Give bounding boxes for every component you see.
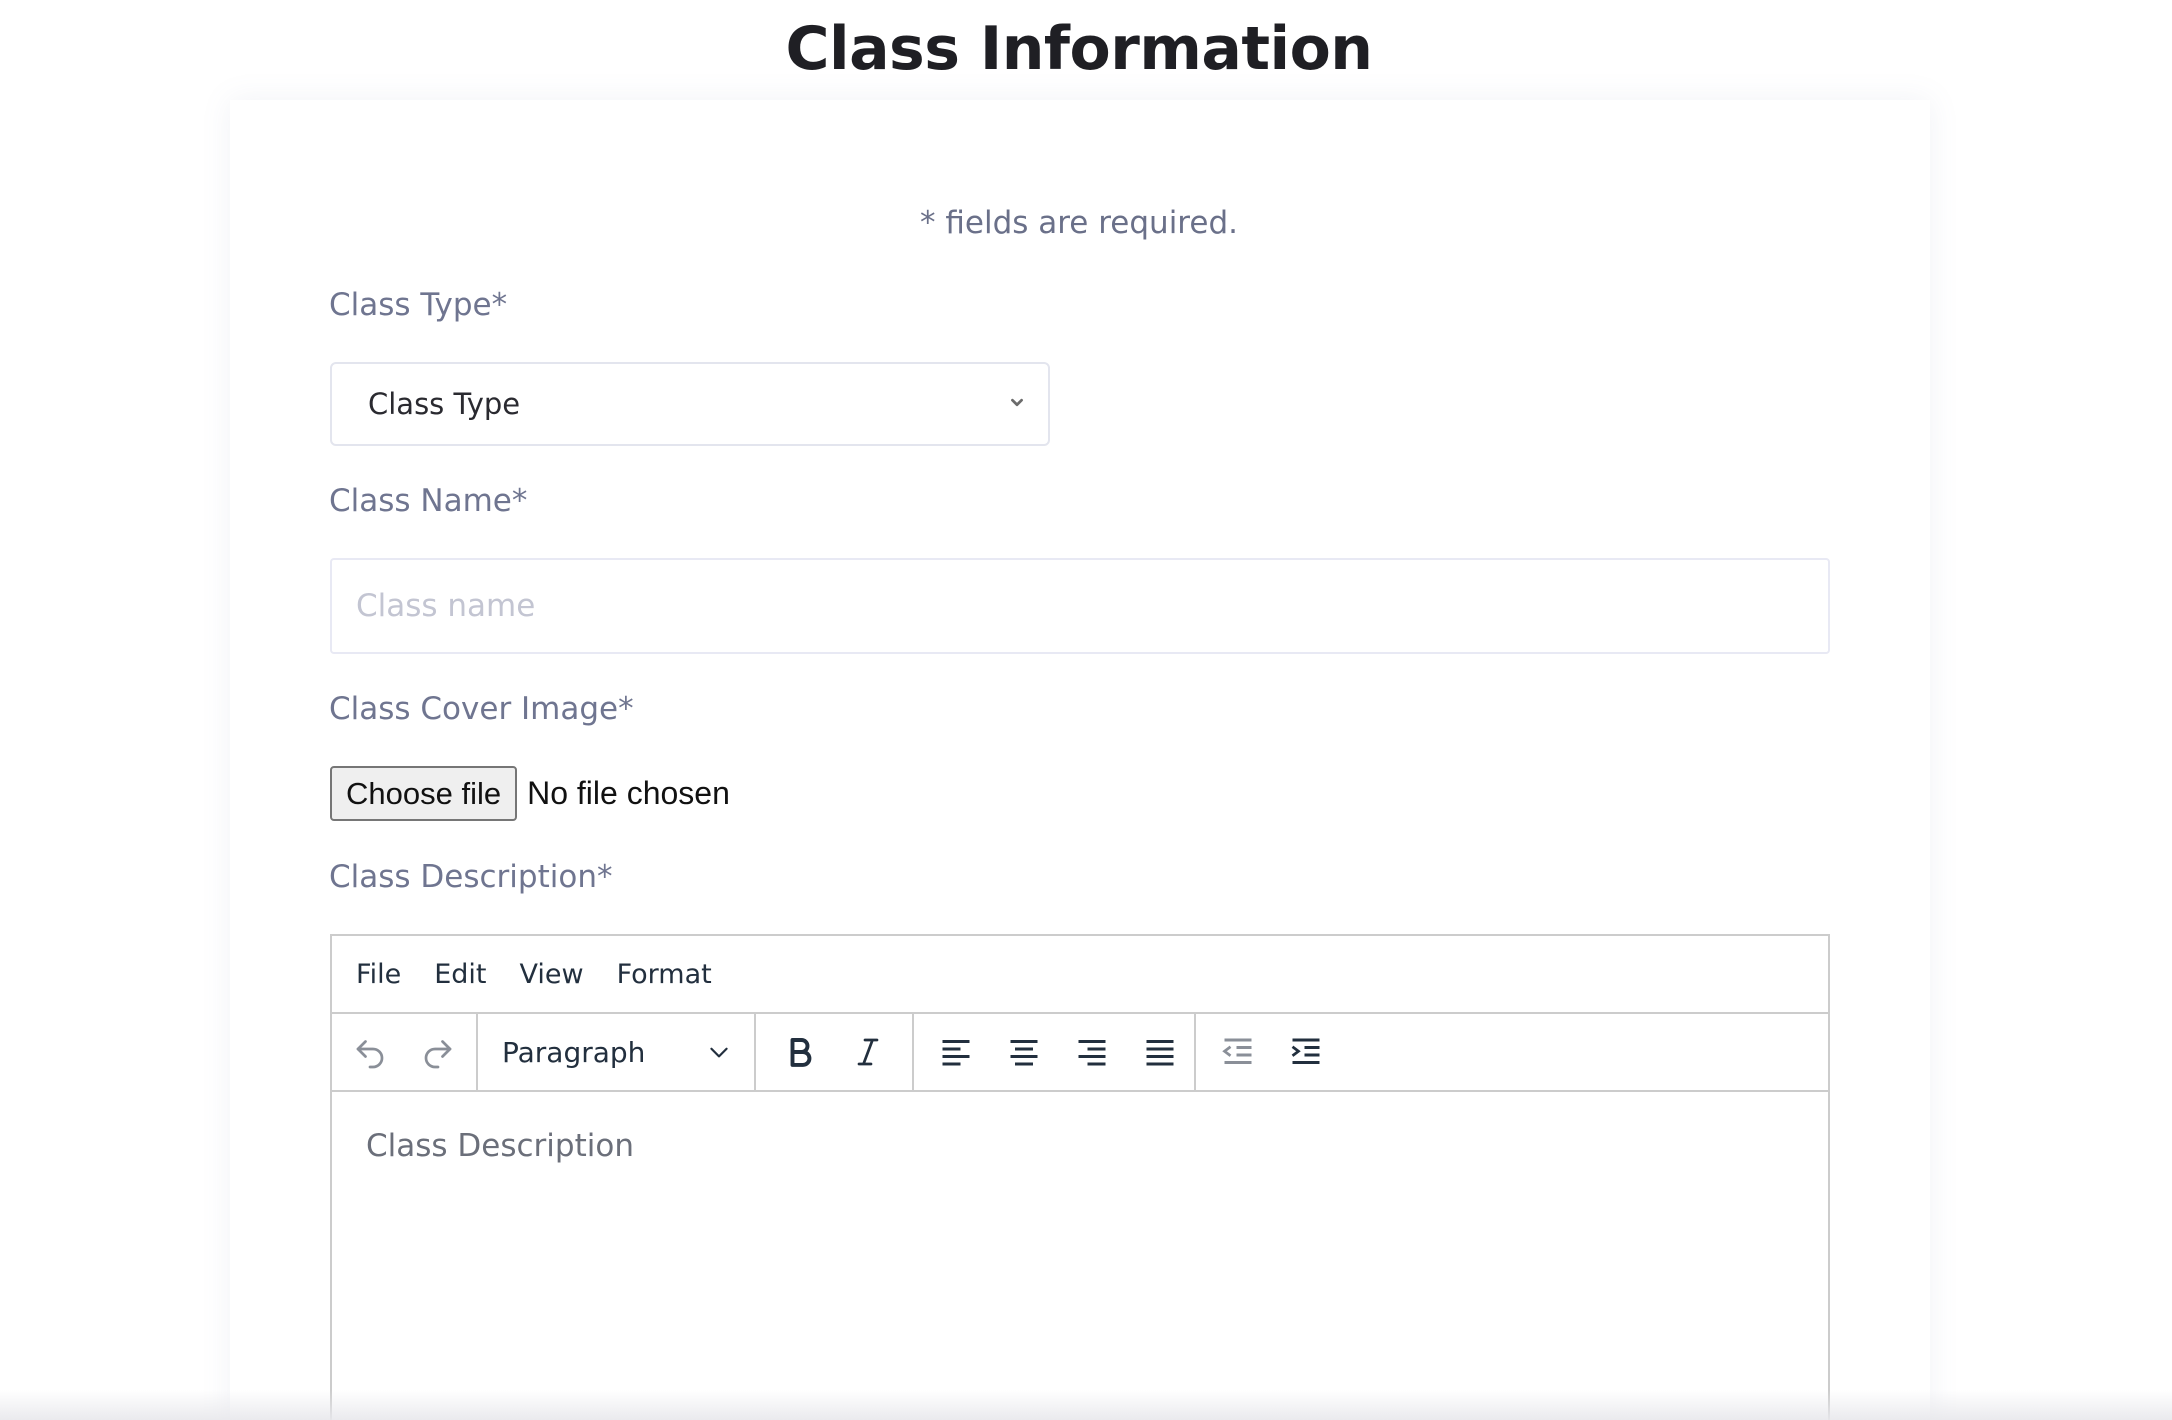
chevron-down-icon — [1011, 398, 1023, 407]
editor-menubar: File Edit View Format — [332, 936, 1828, 1014]
redo-icon — [424, 1040, 452, 1069]
page-title: Class Information — [785, 14, 1373, 84]
outdent-icon — [1222, 1038, 1252, 1064]
class-type-label: Class Type* — [329, 287, 508, 323]
align-left-button[interactable] — [922, 1013, 990, 1091]
align-right-icon — [1078, 1040, 1106, 1066]
chevron-down-icon — [710, 1047, 728, 1058]
file-input: Choose file No file chosen — [330, 766, 730, 821]
bold-button[interactable] — [766, 1013, 834, 1091]
bold-icon — [790, 1038, 812, 1067]
class-cover-image-label: Class Cover Image* — [329, 691, 634, 727]
alignment-group — [914, 1014, 1196, 1090]
menu-format[interactable]: Format — [617, 959, 712, 990]
editor-content-text: Class Description — [366, 1128, 634, 1164]
file-status-text: No file chosen — [527, 775, 730, 811]
italic-button[interactable] — [834, 1013, 902, 1091]
menu-file[interactable]: File — [356, 959, 401, 990]
class-type-select[interactable]: Class Type — [330, 362, 1050, 446]
align-justify-icon — [1146, 1040, 1174, 1066]
align-left-icon — [942, 1040, 970, 1066]
block-format-select[interactable]: Paragraph — [478, 1013, 754, 1091]
align-right-button[interactable] — [1058, 1013, 1126, 1091]
editor-content-area[interactable]: Class Description — [332, 1092, 1828, 1200]
history-group — [332, 1014, 478, 1090]
editor-toolbar: Paragraph — [332, 1014, 1828, 1092]
bottom-fade — [0, 1390, 2172, 1420]
class-type-selected-value: Class Type — [368, 387, 521, 421]
required-fields-note: * fields are required. — [920, 205, 1238, 241]
align-center-icon — [1010, 1040, 1038, 1066]
text-style-group — [756, 1014, 914, 1090]
indent-group — [1196, 1014, 1348, 1090]
rich-text-editor: File Edit View Format Paragraph Class De… — [330, 934, 1830, 1420]
class-description-label: Class Description* — [329, 859, 613, 895]
align-center-button[interactable] — [990, 1013, 1058, 1091]
menu-view[interactable]: View — [519, 959, 583, 990]
choose-file-button[interactable]: Choose file — [330, 766, 518, 821]
redo-button[interactable] — [404, 1013, 472, 1091]
italic-icon — [857, 1038, 879, 1066]
align-justify-button[interactable] — [1126, 1013, 1194, 1091]
class-name-label: Class Name* — [329, 483, 528, 519]
menu-edit[interactable]: Edit — [434, 959, 486, 990]
indent-button[interactable] — [1272, 1013, 1340, 1091]
outdent-button[interactable] — [1204, 1013, 1272, 1091]
class-name-input[interactable] — [330, 558, 1830, 654]
undo-button[interactable] — [336, 1013, 404, 1091]
page: Class Information * fields are required.… — [0, 0, 2172, 1420]
block-format-value: Paragraph — [502, 1035, 646, 1069]
undo-icon — [356, 1040, 384, 1069]
block-format-group: Paragraph — [478, 1014, 756, 1090]
indent-icon — [1291, 1038, 1320, 1064]
